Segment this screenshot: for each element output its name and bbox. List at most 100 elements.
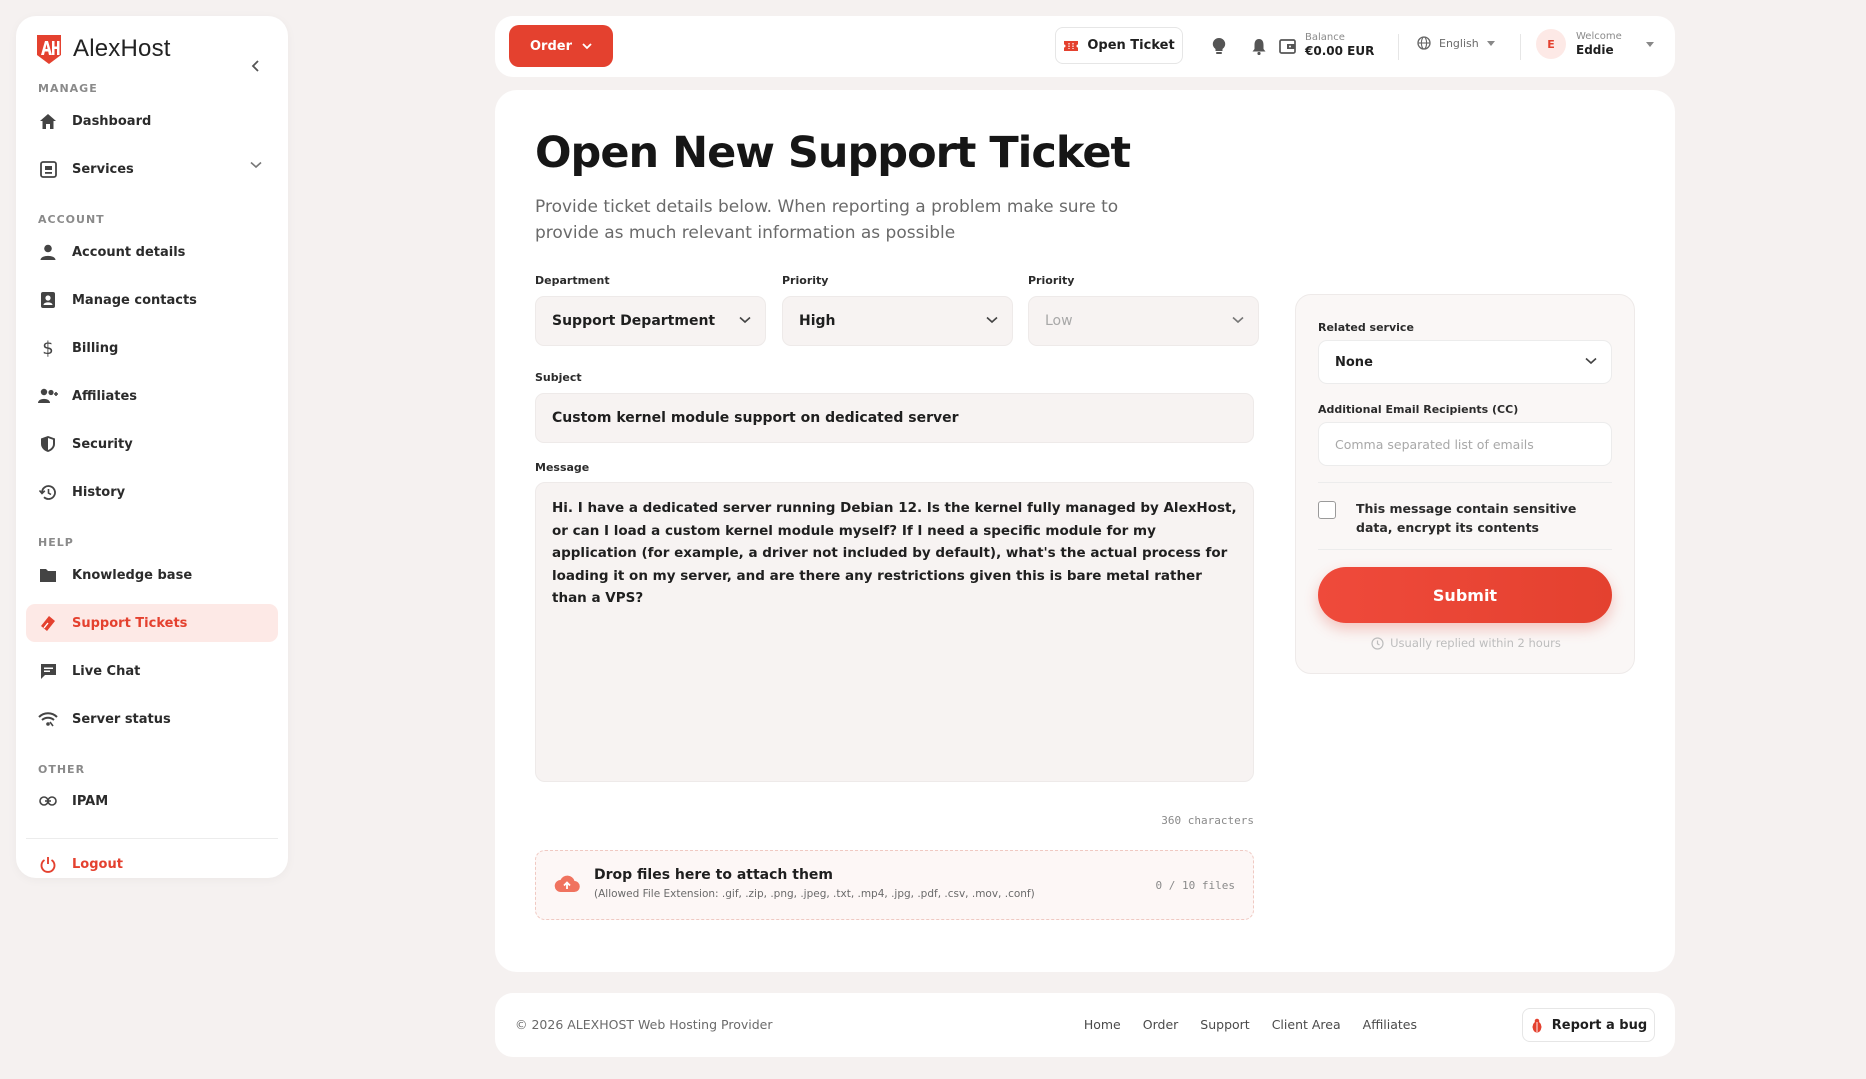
footer-link-order[interactable]: Order [1143,1017,1179,1032]
priority-secondary-value: Low [1045,313,1073,329]
panel-separator [1318,482,1612,483]
language-selector[interactable]: English [1417,36,1495,50]
caret-down-icon [1486,40,1495,46]
history-icon [38,482,58,502]
message-textarea[interactable]: Hi. I have a dedicated server running De… [535,482,1254,782]
file-dropzone[interactable]: Drop files here to attach them (Allowed … [535,850,1254,920]
sidebar-item-manage-contacts[interactable]: Manage contacts [26,281,278,319]
home-icon [38,111,58,131]
department-value: Support Department [552,313,716,329]
sidebar-item-live-chat[interactable]: Live Chat [26,652,278,690]
notifications-button[interactable] [1249,36,1269,56]
sidebar-item-affiliates[interactable]: Affiliates [26,377,278,415]
sidebar-item-label: Security [72,436,133,452]
sidebar-divider [26,838,278,839]
order-button[interactable]: Order [509,25,613,67]
ticket-options-panel: Related service None Additional Email Re… [1295,294,1635,674]
balance-value: €0.00 EUR [1305,44,1375,58]
reply-time-note: Usually replied within 2 hours [1296,636,1636,650]
section-help: HELP [38,536,74,549]
sidebar-item-ipam[interactable]: IPAM [26,782,278,820]
lightbulb-icon [1212,37,1226,54]
chat-icon [38,661,58,681]
link-icon [38,791,58,811]
sidebar-item-label: IPAM [72,793,109,809]
sidebar-item-label: History [72,484,126,500]
priority-secondary-select[interactable]: Low [1028,296,1259,346]
department-select[interactable]: Support Department [535,296,766,346]
footer-link-affiliates[interactable]: Affiliates [1363,1017,1417,1032]
bell-icon [1252,38,1266,55]
sidebar-item-dashboard[interactable]: Dashboard [26,102,278,140]
sensitive-data-checkbox[interactable] [1318,501,1336,519]
file-count: 0 / 10 files [1155,879,1235,892]
footer-link-home[interactable]: Home [1084,1017,1121,1032]
contacts-icon [38,290,58,310]
topbar: Order Open Ticket Balance €0.00 EUR Engl… [495,16,1675,77]
sidebar-item-label: Knowledge base [72,567,193,583]
dropzone-title: Drop files here to attach them [594,867,833,883]
sidebar-item-security[interactable]: Security [26,425,278,463]
user-menu[interactable]: E Welcome Eddie [1536,29,1654,59]
topbar-separator [1520,34,1521,60]
welcome-label: Welcome [1576,31,1622,42]
sidebar-item-label: Services [72,161,134,177]
globe-icon [1417,36,1431,50]
section-other: OTHER [38,763,86,776]
sidebar-item-label: Dashboard [72,113,152,129]
priority-secondary-label: Priority [1028,274,1075,287]
ticket-form-card: Open New Support Ticket Provide ticket d… [495,90,1675,972]
sidebar-item-label: Logout [72,856,123,872]
chevron-down-icon [1232,316,1244,324]
shield-icon [38,434,58,454]
footer-link-support[interactable]: Support [1200,1017,1249,1032]
page-subtitle: Provide ticket details below. When repor… [535,197,1119,243]
sidebar-item-billing[interactable]: $ Billing [26,329,278,367]
open-ticket-button[interactable]: Open Ticket [1055,27,1183,64]
character-count: 360 characters [1161,814,1254,827]
services-icon [38,159,58,179]
report-bug-button[interactable]: Report a bug [1522,1008,1655,1042]
language-value: English [1439,36,1479,50]
cc-email-input[interactable]: Comma separated list of emails [1318,422,1612,466]
collapse-sidebar-button[interactable] [246,56,266,76]
caret-down-icon [1645,41,1654,47]
sidebar-item-account-details[interactable]: Account details [26,233,278,271]
balance[interactable]: Balance €0.00 EUR [1305,32,1374,58]
sidebar-item-services[interactable]: Services [26,150,278,188]
priority-label: Priority [782,274,829,287]
sidebar: AlexHost MANAGE Dashboard Services ACCOU… [16,16,288,878]
priority-select[interactable]: High [782,296,1013,346]
footer-link-client-area[interactable]: Client Area [1272,1017,1341,1032]
brand-name: AlexHost [73,35,171,62]
chevron-down-icon [986,316,998,324]
submit-button[interactable]: Submit [1318,567,1612,623]
sidebar-item-knowledge-base[interactable]: Knowledge base [26,556,278,594]
ticket-icon [38,613,58,633]
footer: © 2026 ALEXHOST Web Hosting Provider Hom… [495,993,1675,1057]
dollar-icon: $ [42,337,54,359]
sidebar-item-label: Manage contacts [72,292,197,308]
sidebar-item-label: Account details [72,244,186,260]
affiliates-icon [38,386,58,406]
brand[interactable]: AlexHost [34,32,171,66]
chevron-down-icon [582,42,592,49]
chevron-down-icon [1585,357,1597,365]
subject-input[interactable]: Custom kernel module support on dedicate… [535,393,1254,443]
open-ticket-label: Open Ticket [1087,38,1175,53]
sensitive-data-label: This message contain sensitive data, enc… [1356,501,1577,535]
sidebar-item-server-status[interactable]: Server status [26,700,278,738]
section-account: ACCOUNT [38,213,105,226]
chevron-left-icon [251,60,259,72]
footer-links: Home Order Support Client Area Affiliate… [1084,1017,1417,1032]
related-service-value: None [1335,354,1373,370]
tips-button[interactable] [1209,36,1229,56]
reply-note-text: Usually replied within 2 hours [1390,636,1561,650]
sidebar-item-history[interactable]: History [26,473,278,511]
balance-label: Balance [1305,32,1345,43]
chevron-down-icon [739,316,751,324]
related-service-select[interactable]: None [1318,340,1612,384]
sidebar-item-logout[interactable]: Logout [26,845,278,883]
chevron-down-icon [250,161,262,169]
sidebar-item-support-tickets[interactable]: Support Tickets [26,604,278,642]
